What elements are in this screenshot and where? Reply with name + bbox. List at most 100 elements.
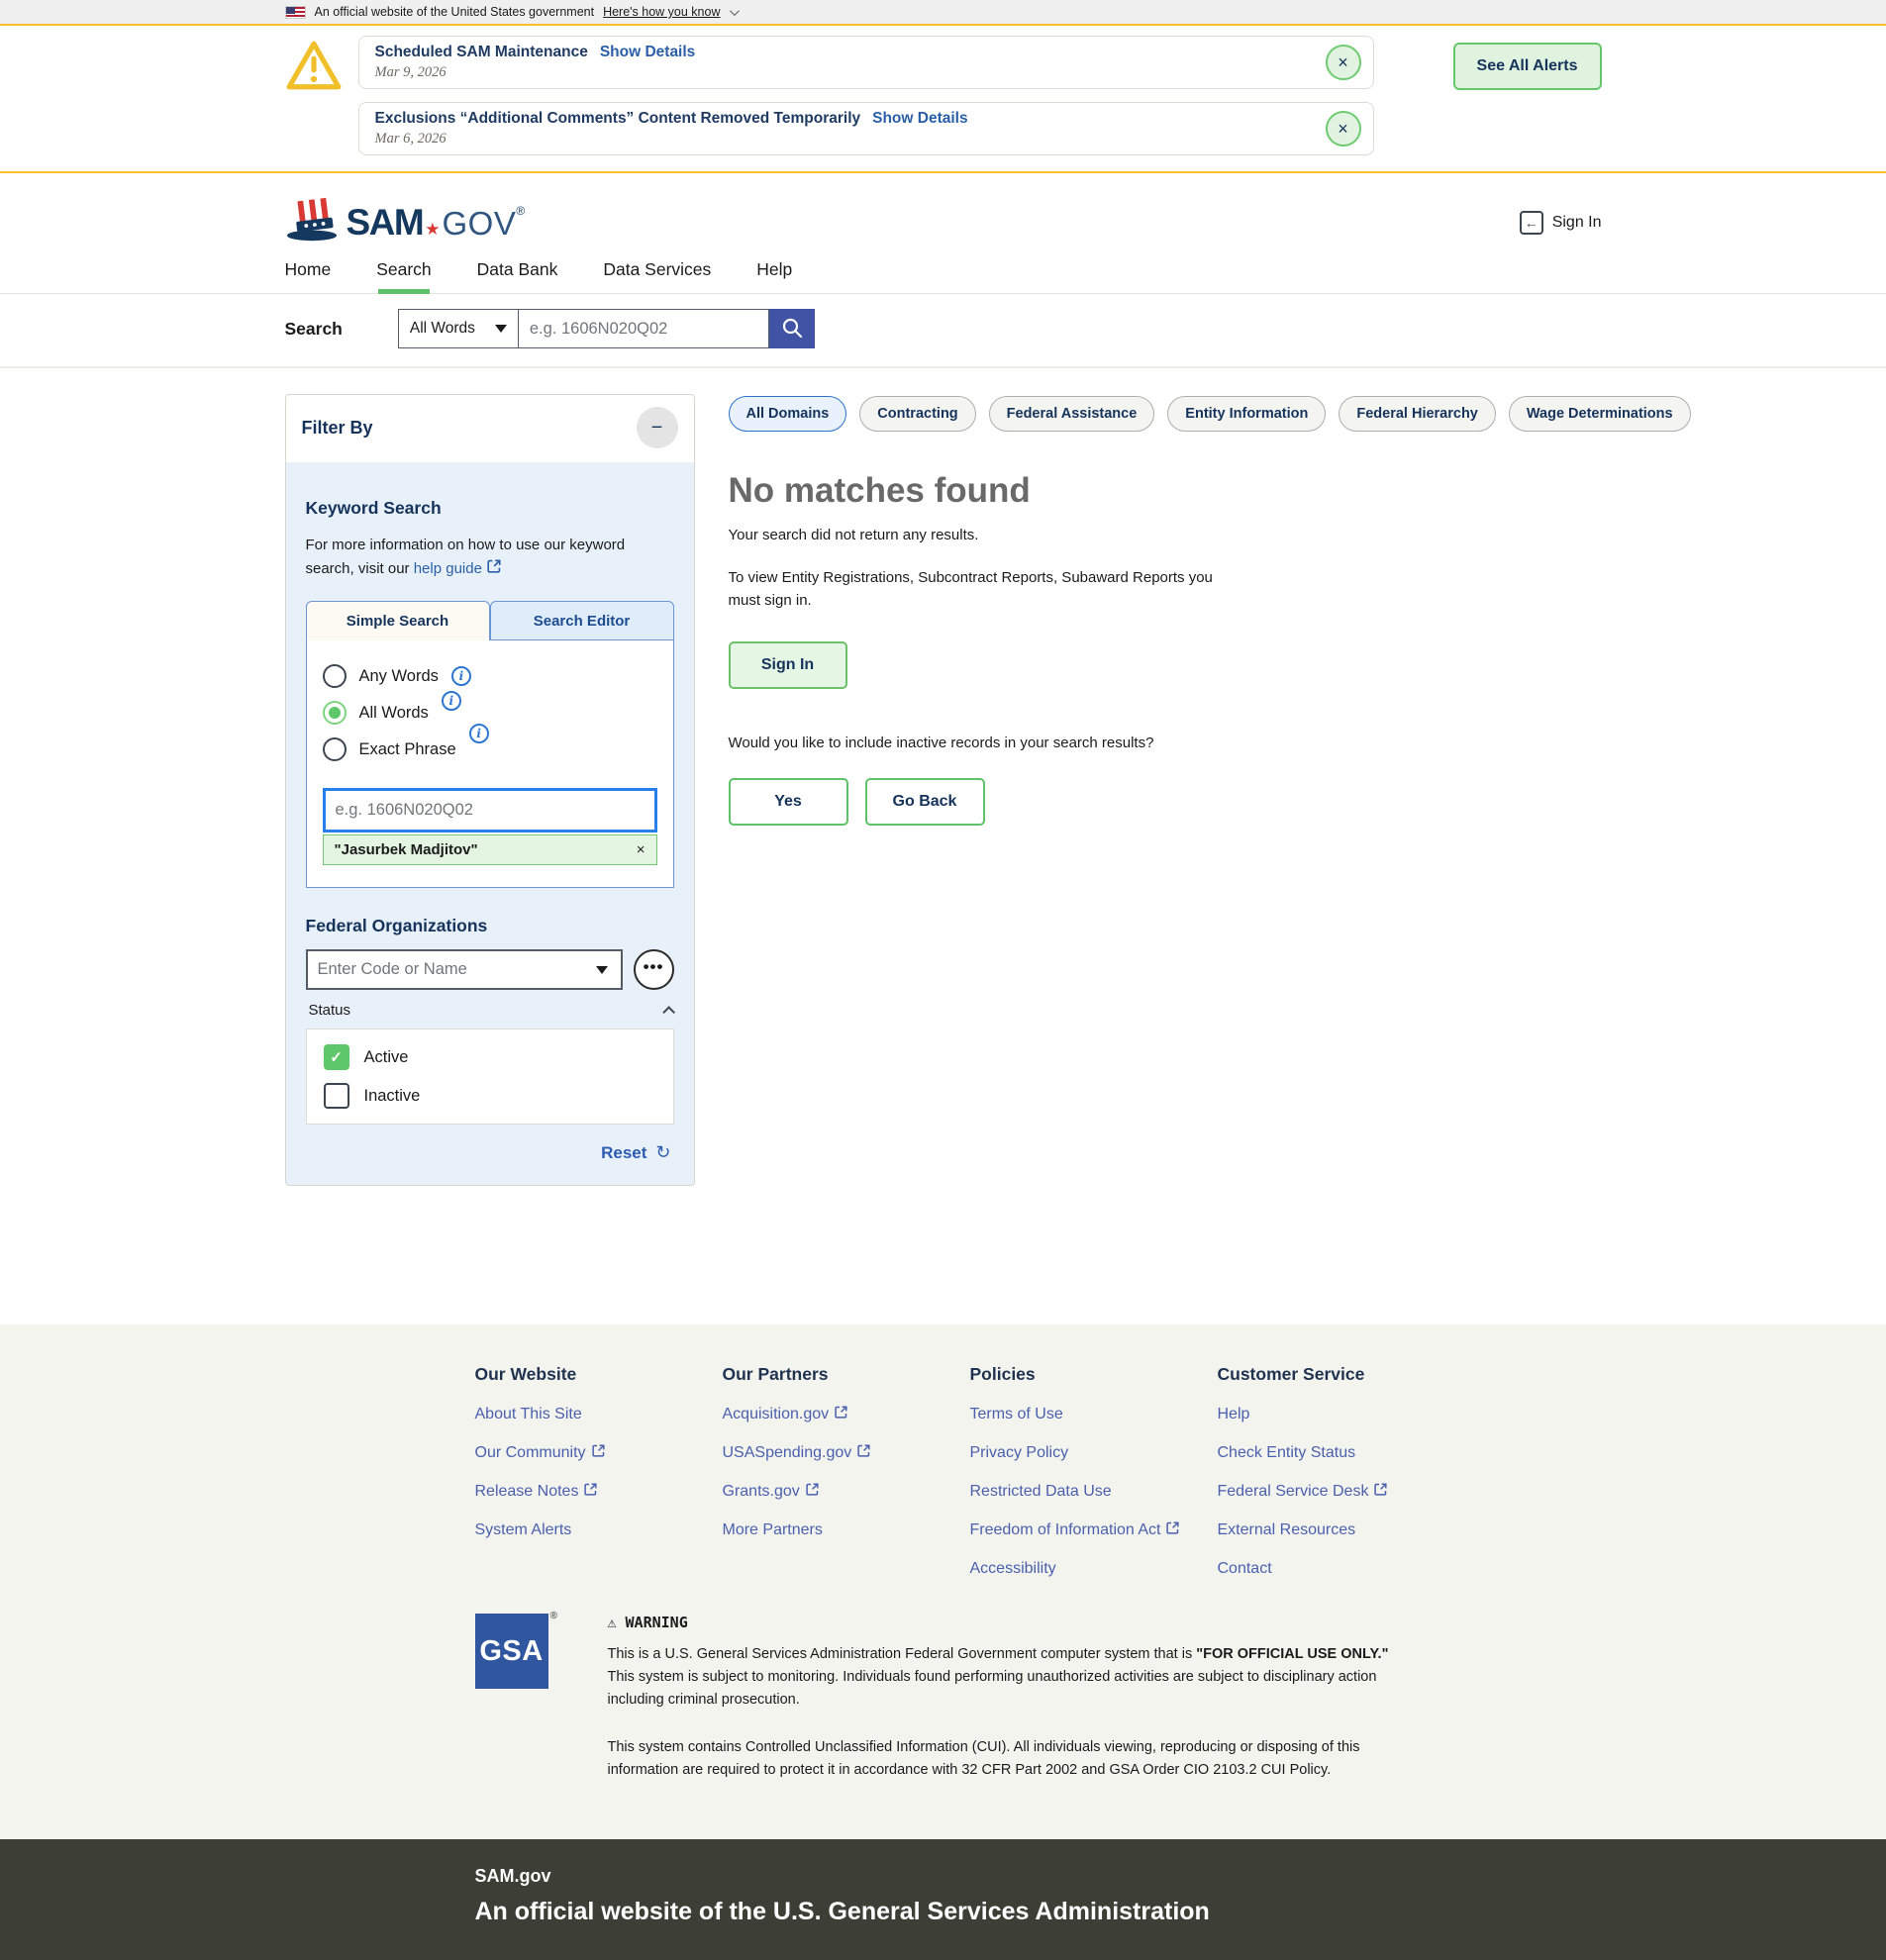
footer-link-about-this-site[interactable]: About This Site xyxy=(475,1406,723,1423)
reset-filters-link[interactable]: Reset xyxy=(601,1143,646,1163)
alert-show-details-link[interactable]: Show Details xyxy=(872,110,967,128)
gov-banner: An official website of the United States… xyxy=(0,0,1886,26)
footer-link-release-notes[interactable]: Release Notes xyxy=(475,1483,723,1501)
sam-gov-logo[interactable]: SAM ★ GOV ® xyxy=(285,197,526,247)
alert-title: Exclusions “Additional Comments” Content… xyxy=(375,110,861,128)
see-all-alerts-button[interactable]: See All Alerts xyxy=(1453,43,1602,90)
footer-link-check-entity-status[interactable]: Check Entity Status xyxy=(1218,1444,1465,1462)
results-area: All Domains Contracting Federal Assistan… xyxy=(729,394,1691,826)
tab-simple-search[interactable]: Simple Search xyxy=(306,601,490,640)
footer-link-more-partners[interactable]: More Partners xyxy=(723,1521,970,1539)
footer-column-our-partners: Our Partners Acquisition.gov USASpending… xyxy=(723,1364,970,1578)
search-mode-select[interactable]: All Words xyxy=(398,309,519,348)
alert-show-details-link[interactable]: Show Details xyxy=(600,44,695,61)
sign-in-button[interactable]: Sign In xyxy=(729,641,847,689)
footer-link-terms-of-use[interactable]: Terms of Use xyxy=(970,1406,1218,1423)
nav-item-help[interactable]: Help xyxy=(756,259,792,280)
info-icon[interactable]: i xyxy=(442,691,461,711)
radio-exact-phrase[interactable]: Exact Phrase i xyxy=(323,737,657,761)
nav-item-home[interactable]: Home xyxy=(285,259,332,280)
search-icon xyxy=(781,317,803,342)
footer-link-contact[interactable]: Contact xyxy=(1218,1560,1465,1578)
footer-heading: Our Partners xyxy=(723,1364,970,1385)
domain-tab-entity-information[interactable]: Entity Information xyxy=(1167,396,1326,432)
no-matches-heading: No matches found xyxy=(729,471,1691,511)
alert-date: Mar 6, 2026 xyxy=(375,131,968,147)
footer-link-accessibility[interactable]: Accessibility xyxy=(970,1560,1218,1578)
info-icon[interactable]: i xyxy=(451,666,471,686)
search-button[interactable] xyxy=(769,309,815,348)
no-results-message: Your search did not return any results. xyxy=(729,527,1691,543)
keyword-search-heading: Keyword Search xyxy=(306,498,674,519)
minus-icon: − xyxy=(651,417,663,439)
search-label: Search xyxy=(285,319,343,340)
org-more-options-button[interactable]: ••• xyxy=(634,949,674,990)
footer-heading: Customer Service xyxy=(1218,1364,1465,1385)
search-input[interactable] xyxy=(519,309,769,348)
footer-link-usaspending-gov[interactable]: USASpending.gov xyxy=(723,1444,970,1462)
info-icon[interactable]: i xyxy=(469,724,489,743)
chip-remove-button[interactable]: × xyxy=(637,841,645,858)
footer-link-acquisition-gov[interactable]: Acquisition.gov xyxy=(723,1406,970,1423)
domain-tab-all-domains[interactable]: All Domains xyxy=(729,396,847,432)
keyword-chip-label: "Jasurbek Madjitov" xyxy=(335,841,478,858)
nav-item-search[interactable]: Search xyxy=(376,259,431,280)
sign-in-arrow-icon: ← xyxy=(1520,211,1543,235)
nav-item-data-bank[interactable]: Data Bank xyxy=(477,259,558,280)
external-link-icon xyxy=(1374,1483,1387,1501)
federal-org-combobox[interactable] xyxy=(306,949,623,990)
status-options: ✓ Active Inactive xyxy=(306,1029,674,1125)
yes-button[interactable]: Yes xyxy=(729,778,848,826)
footer-column-our-website: Our Website About This Site Our Communit… xyxy=(475,1364,723,1578)
keyword-input[interactable] xyxy=(323,788,657,833)
warning-icon: ⚠ xyxy=(608,1614,617,1631)
footer-link-restricted-data-use[interactable]: Restricted Data Use xyxy=(970,1483,1218,1501)
radio-all-words[interactable]: All Words i xyxy=(323,701,657,725)
footer-column-customer-service: Customer Service Help Check Entity Statu… xyxy=(1218,1364,1465,1578)
banner-how-you-know-link[interactable]: Here's how you know xyxy=(603,5,720,19)
footer-link-system-alerts[interactable]: System Alerts xyxy=(475,1521,723,1539)
alert-close-button[interactable]: × xyxy=(1326,45,1361,80)
domain-tab-wage-determinations[interactable]: Wage Determinations xyxy=(1509,396,1691,432)
footer-link-federal-service-desk[interactable]: Federal Service Desk xyxy=(1218,1483,1465,1501)
alerts-section: Scheduled SAM Maintenance Show Details M… xyxy=(0,26,1886,173)
footer-link-grants-gov[interactable]: Grants.gov xyxy=(723,1483,970,1501)
footer-link-our-community[interactable]: Our Community xyxy=(475,1444,723,1462)
inactive-records-question: Would you like to include inactive recor… xyxy=(729,735,1691,751)
collapse-filters-button[interactable]: − xyxy=(637,407,678,448)
domain-tab-contracting[interactable]: Contracting xyxy=(859,396,975,432)
federal-organizations-heading: Federal Organizations xyxy=(306,916,674,936)
registered-mark: ® xyxy=(516,204,525,218)
reset-icon: ↻ xyxy=(655,1142,670,1163)
footer-link-privacy-policy[interactable]: Privacy Policy xyxy=(970,1444,1218,1462)
us-flag-icon xyxy=(285,6,306,19)
nav-item-data-services[interactable]: Data Services xyxy=(603,259,711,280)
federal-org-input[interactable] xyxy=(308,960,596,979)
sign-in-link[interactable]: ← Sign In xyxy=(1520,211,1602,235)
tab-search-editor[interactable]: Search Editor xyxy=(490,601,674,640)
footer-link-external-resources[interactable]: External Resources xyxy=(1218,1521,1465,1539)
status-accordion-header[interactable]: Status xyxy=(306,990,674,1029)
radio-circle xyxy=(323,737,347,761)
close-icon: × xyxy=(637,841,645,858)
footer-link-foia[interactable]: Freedom of Information Act xyxy=(970,1521,1218,1539)
main-content: Filter By − Keyword Search For more info… xyxy=(0,368,1886,1324)
alert-title: Scheduled SAM Maintenance xyxy=(375,44,588,61)
alert-close-button[interactable]: × xyxy=(1326,111,1361,147)
external-link-icon xyxy=(584,1483,597,1501)
domain-tab-federal-assistance[interactable]: Federal Assistance xyxy=(989,396,1155,432)
bottom-site-name: SAM.gov xyxy=(475,1866,1602,1887)
go-back-button[interactable]: Go Back xyxy=(865,778,985,826)
footer-link-help[interactable]: Help xyxy=(1218,1406,1465,1423)
sign-in-note: To view Entity Registrations, Subcontrac… xyxy=(729,567,1219,612)
alert-date: Mar 9, 2026 xyxy=(375,64,696,81)
chevron-down-icon[interactable] xyxy=(596,966,608,974)
warning-paragraph-2: This system contains Controlled Unclassi… xyxy=(608,1736,1400,1782)
domain-tab-federal-hierarchy[interactable]: Federal Hierarchy xyxy=(1339,396,1496,432)
warning-title: WARNING xyxy=(626,1614,688,1631)
checkbox-inactive[interactable]: Inactive xyxy=(324,1083,656,1109)
help-guide-link[interactable]: help guide xyxy=(414,557,501,581)
star-icon: ★ xyxy=(425,220,440,240)
checkbox-active[interactable]: ✓ Active xyxy=(324,1044,656,1070)
radio-any-words[interactable]: Any Words i xyxy=(323,664,657,688)
